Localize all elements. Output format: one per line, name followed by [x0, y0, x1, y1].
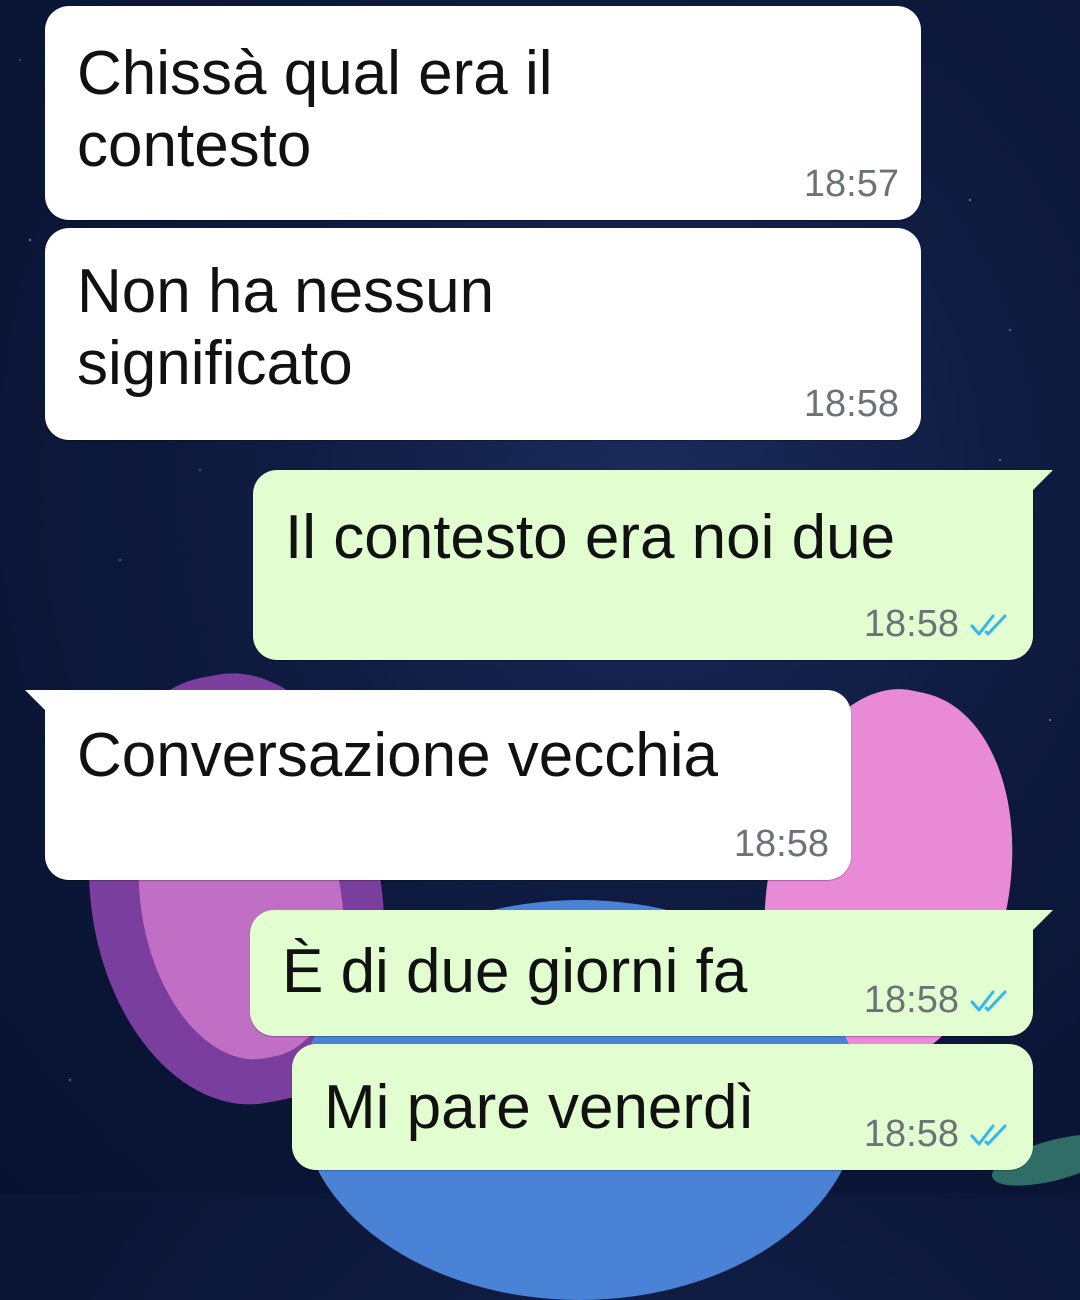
message-meta: 18:57: [804, 163, 899, 206]
bubble-tail: [1029, 470, 1053, 494]
message-timestamp: 18:58: [733, 823, 829, 865]
message-bubble-incoming[interactable]: Non ha nessun significato 18:58: [45, 228, 921, 440]
message-timestamp: 18:58: [863, 1113, 959, 1155]
message-timestamp: 18:57: [803, 163, 899, 205]
message-meta: 18:58: [734, 823, 829, 866]
message-timestamp: 18:58: [863, 979, 959, 1021]
message-timestamp: 18:58: [863, 603, 959, 645]
message-bubble-outgoing[interactable]: Mi pare venerdì 18:58: [292, 1044, 1033, 1170]
message-bubble-incoming[interactable]: Chissà qual era il contesto 18:57: [45, 6, 921, 220]
message-text: È di due giorni fa: [282, 937, 748, 1006]
message-text: Il contesto era noi due: [285, 503, 896, 572]
bubble-tail: [25, 690, 49, 714]
message-bubble-outgoing[interactable]: Il contesto era noi due 18:58: [253, 470, 1053, 660]
message-text: Non ha nessun significato: [77, 257, 495, 398]
message-text: Chissà qual era il contesto: [77, 39, 553, 180]
message-meta: 18:58: [864, 979, 1011, 1022]
message-text: Conversazione vecchia: [77, 721, 719, 790]
double-check-icon: [970, 614, 1007, 635]
double-check-icon: [970, 990, 1007, 1011]
message-text: Mi pare venerdì: [324, 1073, 755, 1142]
double-check-icon: [970, 1124, 1007, 1145]
message-bubble-incoming[interactable]: Conversazione vecchia 18:58: [25, 690, 851, 880]
bubble-tail: [1029, 910, 1053, 934]
message-bubble-outgoing[interactable]: È di due giorni fa 18:58: [250, 910, 1053, 1036]
message-meta: 18:58: [864, 603, 1011, 646]
message-meta: 18:58: [864, 1113, 1011, 1156]
message-timestamp: 18:58: [803, 383, 899, 425]
message-meta: 18:58: [804, 383, 899, 426]
